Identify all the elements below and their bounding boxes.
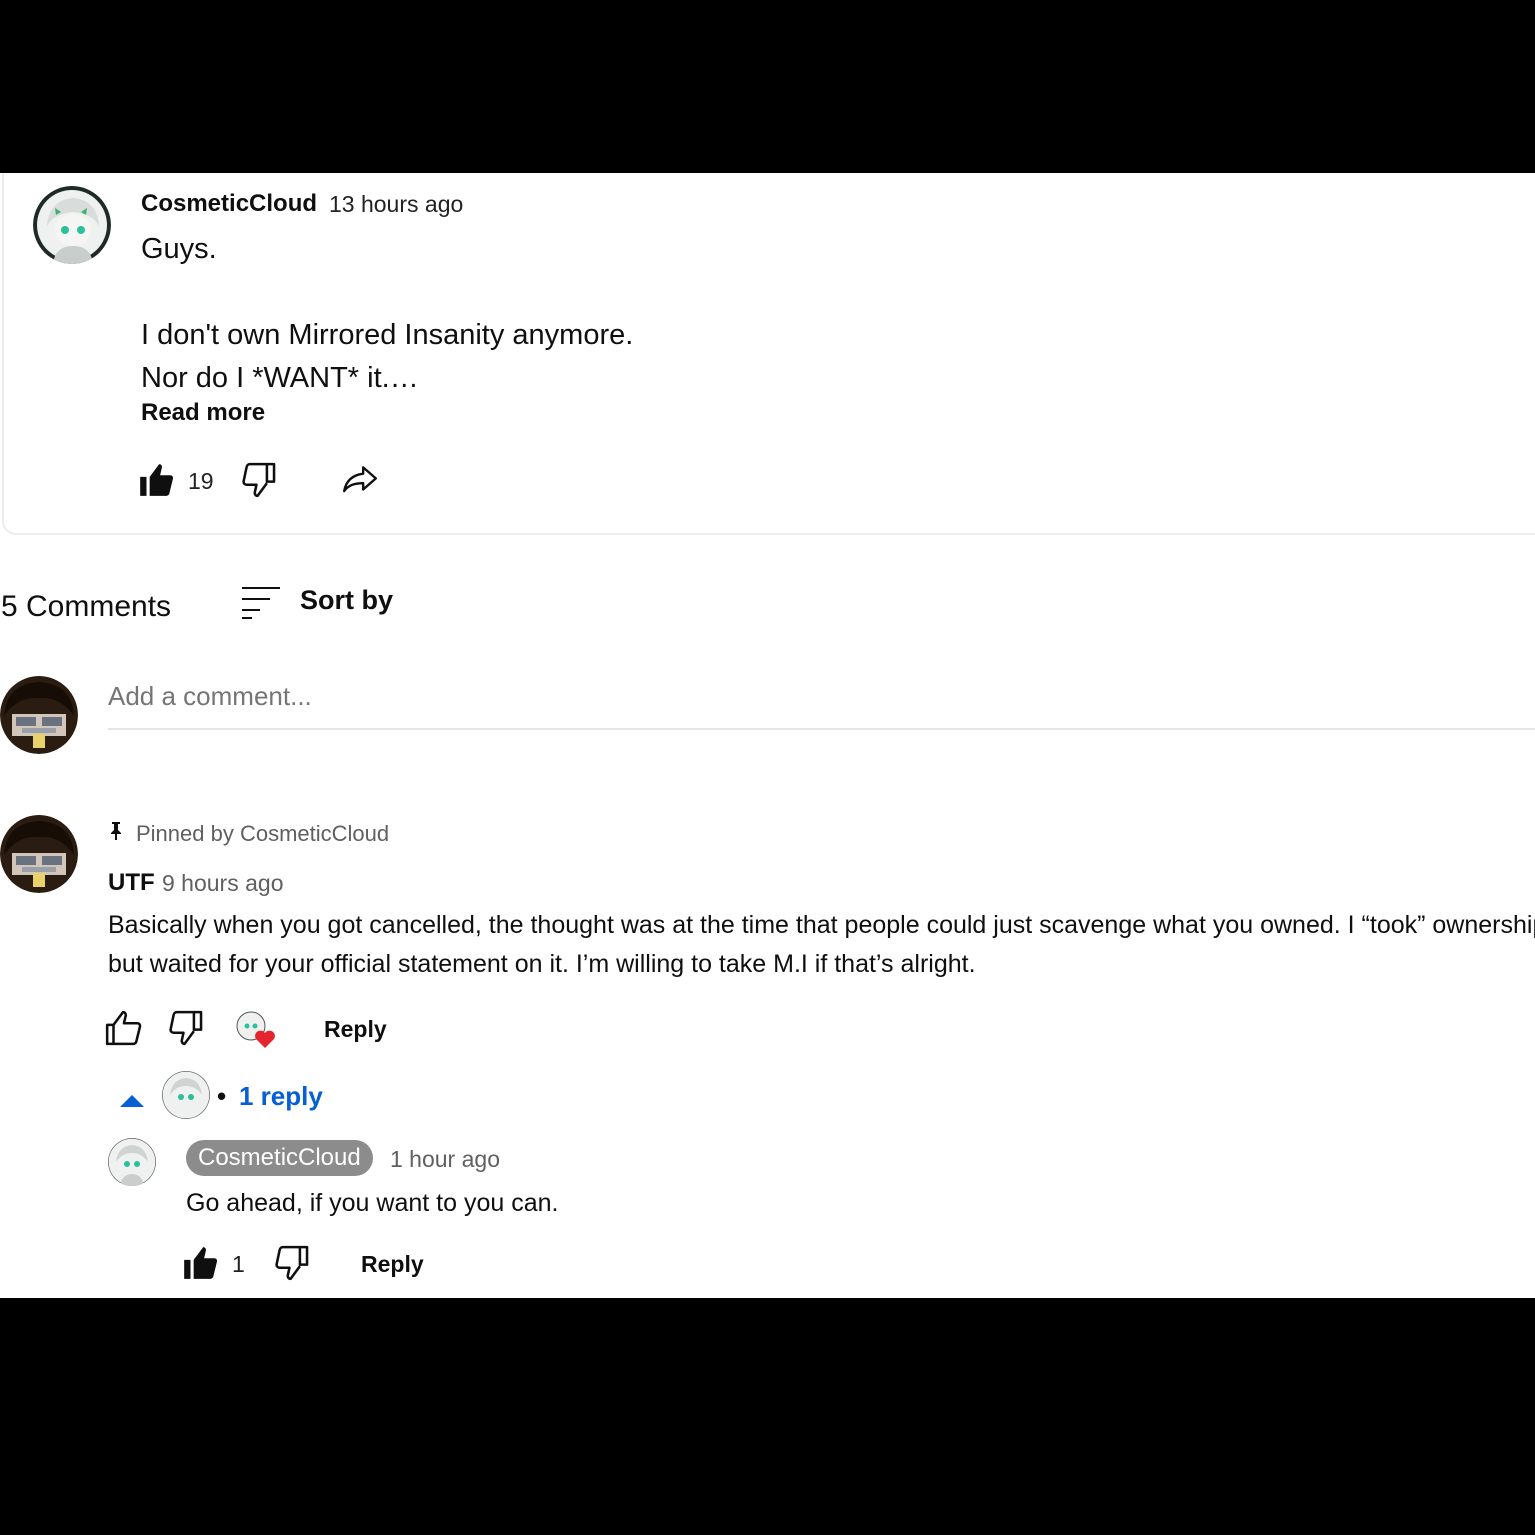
- utf-dislike-button[interactable]: [167, 1009, 205, 1047]
- sort-icon: [242, 587, 280, 619]
- comments-panel: CosmeticCloud 13 hours ago Guys. I don't…: [0, 173, 1535, 1298]
- sort-by-label: Sort by: [300, 585, 394, 615]
- reply-author-chip[interactable]: CosmeticCloud: [186, 1140, 373, 1176]
- utf-like-button[interactable]: [104, 1009, 142, 1047]
- post-timestamp: 13 hours ago: [329, 191, 464, 217]
- reply-like-count: 1: [232, 1251, 245, 1277]
- post-author-name[interactable]: CosmeticCloud: [141, 190, 317, 218]
- thumbs-up-icon: [184, 1247, 218, 1279]
- reply-bullet: •: [217, 1081, 227, 1111]
- reply-body: Go ahead, if you want to you can.: [186, 1189, 559, 1217]
- post-share-button[interactable]: [340, 461, 380, 499]
- reply-reply-button[interactable]: Reply: [361, 1251, 424, 1278]
- thumbs-up-icon: [140, 464, 174, 496]
- replies-count-link[interactable]: 1 reply: [239, 1081, 323, 1112]
- replies-toggle[interactable]: • 1 reply: [118, 1069, 338, 1119]
- read-more-link[interactable]: Read more: [141, 399, 265, 427]
- sort-by-button[interactable]: Sort by: [240, 583, 400, 623]
- comments-count: 5 Comments: [1, 590, 172, 623]
- reply-author-avatar[interactable]: [108, 1138, 156, 1186]
- thumbs-down-icon: [242, 462, 276, 498]
- creator-heart-icon: [255, 1030, 275, 1048]
- reply-like-button[interactable]: [181, 1244, 219, 1282]
- post-body: Guys. I don't own Mirrored Insanity anym…: [141, 233, 634, 394]
- post-like-count: 19: [188, 468, 214, 494]
- post-like-button[interactable]: [137, 461, 175, 499]
- utf-reply-button[interactable]: Reply: [324, 1016, 387, 1043]
- reply-preview-avatar: [162, 1071, 210, 1119]
- post-dislike-button[interactable]: [240, 461, 278, 499]
- utf-avatar[interactable]: [0, 815, 78, 893]
- pinned-by-label: Pinned by CosmeticCloud: [136, 821, 390, 846]
- post-author-avatar[interactable]: [33, 186, 111, 264]
- thumbs-up-icon: [105, 1010, 142, 1046]
- utf-comment-body: Basically when you got cancelled, the th…: [108, 911, 1535, 978]
- utf-timestamp: 9 hours ago: [162, 870, 284, 896]
- pin-icon: [109, 821, 123, 841]
- thumbs-down-icon: [169, 1010, 203, 1046]
- utf-author-name[interactable]: UTF: [108, 869, 155, 897]
- thumbs-down-icon: [275, 1245, 309, 1281]
- caret-up-icon: [120, 1095, 144, 1107]
- reply-timestamp: 1 hour ago: [390, 1146, 500, 1172]
- share-icon: [342, 466, 378, 493]
- reply-dislike-button[interactable]: [273, 1244, 311, 1282]
- add-comment-input[interactable]: [108, 678, 1535, 730]
- creator-heart-badge: [236, 1011, 280, 1051]
- current-user-avatar: [0, 676, 78, 754]
